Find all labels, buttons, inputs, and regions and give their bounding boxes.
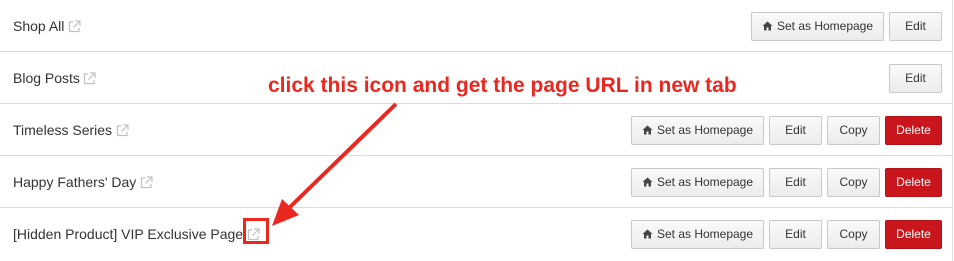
annotation-arrow — [272, 102, 398, 226]
annotation-highlight-box — [243, 218, 269, 244]
